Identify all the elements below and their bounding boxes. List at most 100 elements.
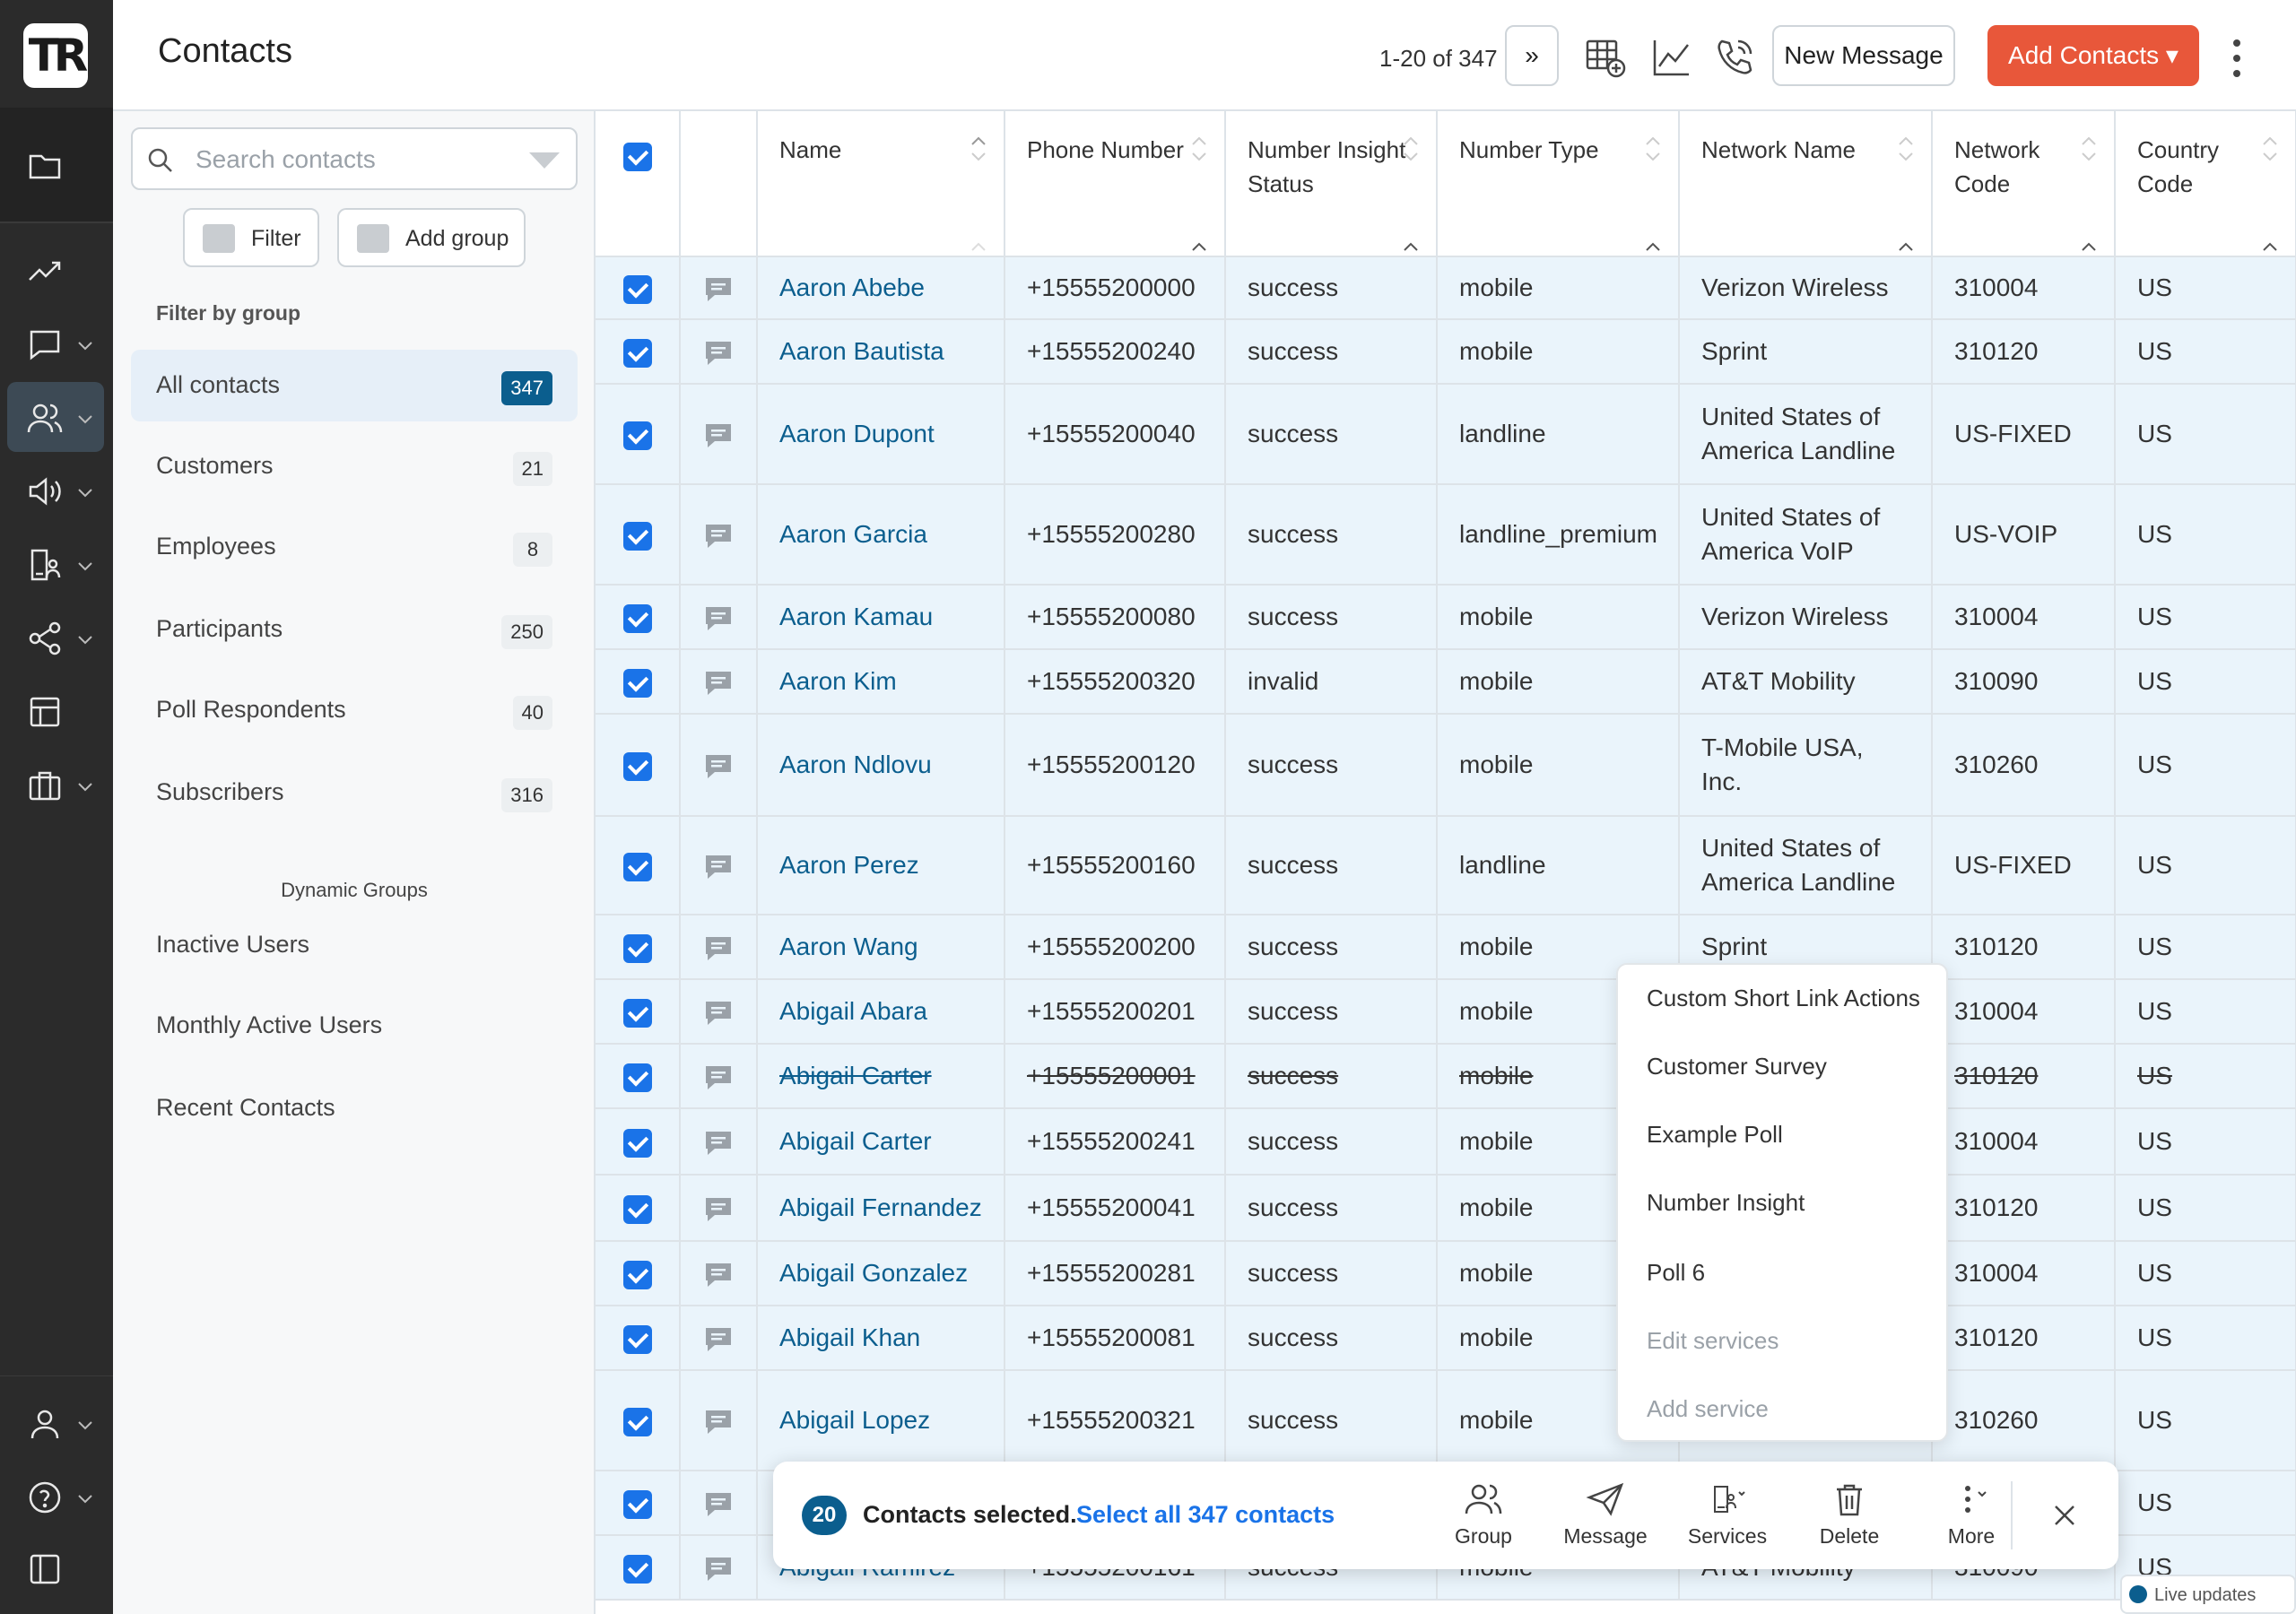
table-row[interactable]: Abigail Carter +15555200241 success mobile 3… (596, 1108, 2296, 1176)
row-checkbox[interactable] (622, 1128, 652, 1158)
cell-name[interactable]: Abigail Carter (757, 1108, 1005, 1176)
row-message-cell[interactable] (680, 1471, 758, 1536)
row-checkbox[interactable] (622, 1407, 652, 1436)
table-row[interactable]: Abigail Fernandez +15555200041 success mobi… (596, 1175, 2296, 1242)
row-select-cell[interactable] (596, 484, 681, 586)
row-select-cell[interactable] (596, 1175, 681, 1242)
row-select-cell[interactable] (596, 714, 681, 817)
row-checkbox[interactable] (622, 998, 652, 1028)
header-name[interactable]: Name (757, 111, 1005, 257)
rail-item-services[interactable] (7, 529, 104, 599)
rail-item-help[interactable] (7, 1462, 104, 1532)
cell-name[interactable]: Aaron Wang (757, 915, 1005, 980)
row-message-cell[interactable] (680, 649, 758, 715)
select-all-checkbox[interactable] (622, 143, 652, 172)
group-action-button[interactable]: Group (1430, 1481, 1537, 1553)
row-checkbox[interactable] (622, 421, 652, 450)
row-checkbox[interactable] (622, 933, 652, 963)
table-row[interactable]: Abigail Khan +15555200081 success mobile 310… (596, 1306, 2296, 1371)
row-checkbox[interactable] (622, 1260, 652, 1289)
table-row[interactable]: Aaron Abebe +15555200000 success mobile Veri… (596, 256, 2296, 320)
message-bubble-icon[interactable] (702, 1129, 735, 1158)
message-bubble-icon[interactable] (702, 1555, 735, 1584)
row-message-cell[interactable] (680, 1108, 758, 1176)
cell-name[interactable]: Abigail Gonzalez (757, 1241, 1005, 1306)
cell-name[interactable]: Abigail Abara (757, 979, 1005, 1045)
row-select-cell[interactable] (596, 979, 681, 1045)
row-select-cell[interactable] (596, 256, 681, 320)
row-select-cell[interactable] (596, 1370, 681, 1471)
service-item-customer-survey[interactable]: Customer Survey (1647, 1053, 1827, 1080)
cell-name[interactable]: Aaron Perez (757, 816, 1005, 915)
group-item-customers[interactable]: Customers 21 (131, 430, 578, 502)
cell-name[interactable]: Abigail Fernandez (757, 1175, 1005, 1242)
rail-item-workspace[interactable] (7, 750, 104, 820)
row-select-cell[interactable] (596, 915, 681, 980)
rail-item-integrations[interactable] (7, 603, 104, 672)
message-bubble-icon[interactable] (702, 853, 735, 881)
header-country-code[interactable]: Country Code (2115, 111, 2296, 257)
row-select-cell[interactable] (596, 585, 681, 650)
search-input[interactable] (196, 142, 518, 178)
service-item-custom-short-link-actions[interactable]: Custom Short Link Actions (1647, 985, 1920, 1012)
more-action-button[interactable]: More (1918, 1481, 2025, 1553)
row-select-cell[interactable] (596, 1241, 681, 1306)
group-item-all-contacts[interactable]: All contacts 347 (131, 350, 578, 421)
table-row[interactable]: Aaron Garcia +15555200280 success landline_… (596, 484, 2296, 586)
message-bubble-icon[interactable] (702, 669, 735, 698)
row-message-cell[interactable] (680, 1241, 758, 1306)
chart-icon[interactable] (1650, 36, 1693, 79)
table-row[interactable]: Aaron Dupont +15555200040 success landline U… (596, 384, 2296, 485)
app-logo[interactable]: TR (23, 23, 88, 88)
service-item-poll-6[interactable]: Poll 6 (1647, 1259, 1705, 1287)
rail-item-account[interactable] (7, 1388, 104, 1458)
row-checkbox[interactable] (622, 1063, 652, 1092)
row-message-cell[interactable] (680, 384, 758, 485)
dynamic-group-monthly-active-users[interactable]: Monthly Active Users (156, 1011, 382, 1039)
group-item-poll-respondents[interactable]: Poll Respondents 40 (131, 674, 578, 746)
row-message-cell[interactable] (680, 256, 758, 320)
close-icon[interactable] (2047, 1497, 2083, 1533)
group-item-subscribers[interactable]: Subscribers 316 (131, 757, 578, 829)
header-insight-status[interactable]: Number Insight Status (1225, 111, 1438, 257)
message-bubble-icon[interactable] (702, 522, 735, 551)
row-message-cell[interactable] (680, 1175, 758, 1242)
more-vertical-icon[interactable] (2228, 36, 2246, 81)
table-row[interactable]: Aaron Wang +15555200200 success mobile Sprin… (596, 915, 2296, 980)
table-add-icon[interactable] (1584, 36, 1627, 79)
dynamic-group-recent-contacts[interactable]: Recent Contacts (156, 1094, 335, 1122)
row-message-cell[interactable] (680, 816, 758, 915)
row-select-cell[interactable] (596, 384, 681, 485)
delete-action-button[interactable]: Delete (1796, 1481, 1903, 1553)
row-checkbox[interactable] (622, 1554, 652, 1584)
service-item-number-insight[interactable]: Number Insight (1647, 1189, 1805, 1217)
rail-item-broadcast[interactable] (7, 456, 104, 525)
cell-name[interactable]: Abigail Lopez (757, 1370, 1005, 1471)
live-updates-indicator[interactable]: Live updates (2120, 1575, 2296, 1614)
dynamic-group-inactive-users[interactable]: Inactive Users (156, 931, 309, 959)
cell-name[interactable]: Aaron Ndlovu (757, 714, 1005, 817)
cell-name[interactable]: Abigail Carter (757, 1044, 1005, 1109)
row-select-cell[interactable] (596, 1044, 681, 1109)
message-bubble-icon[interactable] (702, 421, 735, 450)
table-row[interactable]: Abigail Abara +15555200201 success mobile 31… (596, 979, 2296, 1045)
cell-name[interactable]: Aaron Dupont (757, 384, 1005, 485)
row-checkbox[interactable] (622, 852, 652, 881)
phone-call-icon[interactable] (1713, 36, 1756, 79)
table-row[interactable]: Abigail Gonzalez +15555200281 success mobil… (596, 1241, 2296, 1306)
row-checkbox[interactable] (622, 274, 652, 304)
message-bubble-icon[interactable] (702, 1261, 735, 1289)
row-message-cell[interactable] (680, 714, 758, 817)
row-message-cell[interactable] (680, 484, 758, 586)
row-message-cell[interactable] (680, 585, 758, 650)
row-message-cell[interactable] (680, 915, 758, 980)
message-bubble-icon[interactable] (702, 1490, 735, 1519)
row-checkbox[interactable] (622, 1194, 652, 1224)
table-row[interactable]: Aaron Bautista +15555200240 success mobile S… (596, 319, 2296, 385)
row-message-cell[interactable] (680, 1535, 758, 1601)
row-select-cell[interactable] (596, 319, 681, 385)
add-group-button[interactable]: Add group (337, 208, 526, 267)
row-checkbox[interactable] (622, 668, 652, 698)
cell-name[interactable]: Aaron Kamau (757, 585, 1005, 650)
row-select-cell[interactable] (596, 649, 681, 715)
